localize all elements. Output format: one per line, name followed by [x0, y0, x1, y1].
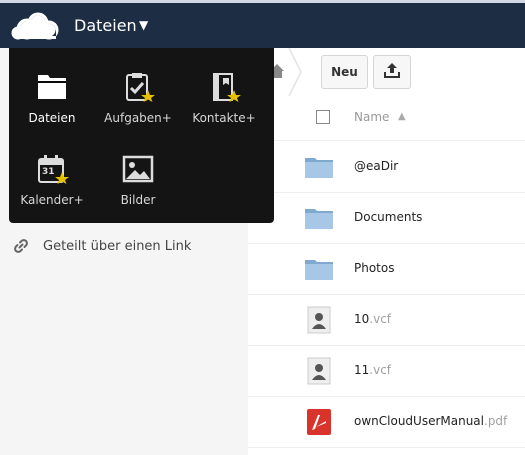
file-name: Documents: [354, 210, 423, 224]
app-menu-item-label: Kontakte+: [192, 111, 256, 125]
link-icon: [13, 238, 29, 254]
sidebar-item-shared-link[interactable]: Geteilt über einen Link: [0, 226, 248, 266]
table-header: Name ▲: [248, 96, 525, 141]
top-header-bar: Dateien ▼: [0, 0, 525, 48]
app-menu-item-label: Kalender+: [20, 193, 84, 207]
file-controls-bar: Neu: [248, 47, 525, 97]
table-row[interactable]: ownCloudUserManual.pdf: [248, 397, 525, 448]
tasks-clipboard-icon: [121, 72, 155, 102]
app-menu-item-contacts[interactable]: Kontakte+: [181, 52, 267, 130]
file-name: 10.vcf: [354, 312, 392, 326]
app-menu-item-label: Bilder: [120, 193, 156, 207]
pdf-file-icon: [304, 407, 334, 437]
new-button[interactable]: Neu: [321, 55, 368, 89]
breadcrumb-separator: [288, 47, 302, 97]
select-all-checkbox[interactable]: [316, 110, 330, 124]
file-name: @eaDir: [354, 159, 399, 173]
sidebar-item-label: Geteilt über einen Link: [43, 238, 192, 254]
table-row[interactable]: Photos: [248, 244, 525, 295]
file-table: Name ▲ @eaDir Documents Photos 10.vcf 11…: [248, 96, 525, 455]
file-name: ownCloudUserManual.pdf: [354, 414, 508, 428]
column-header-name[interactable]: Name: [354, 110, 389, 124]
file-name: 11.vcf: [354, 363, 392, 377]
app-menu-item-tasks[interactable]: Aufgaben+: [95, 52, 181, 130]
app-menu-item-calendar[interactable]: 31 Kalender+: [9, 134, 95, 212]
app-menu-item-files[interactable]: Dateien: [9, 52, 95, 130]
table-row[interactable]: 11.vcf: [248, 346, 525, 397]
app-menu-dropdown: Dateien Aufgaben+ Kontakte+ 31 Kalender+…: [9, 48, 274, 223]
file-name: Photos: [354, 261, 395, 275]
contact-file-icon: [304, 356, 334, 386]
contacts-book-icon: [207, 72, 241, 102]
sort-ascending-icon[interactable]: ▲: [398, 111, 406, 122]
app-menu-item-pictures[interactable]: Bilder: [95, 134, 181, 212]
current-app-title[interactable]: Dateien: [74, 16, 137, 35]
upload-button[interactable]: [373, 55, 411, 89]
app-menu-item-label: Dateien: [28, 111, 76, 125]
table-row[interactable]: 10.vcf: [248, 295, 525, 346]
app-menu-caret-icon[interactable]: ▼: [139, 18, 148, 32]
table-row[interactable]: @eaDir: [248, 142, 525, 193]
contact-file-icon: [304, 305, 334, 335]
folder-icon: [35, 72, 69, 102]
app-menu-item-label: Aufgaben+: [104, 111, 172, 125]
table-row[interactable]: Documents: [248, 193, 525, 244]
calendar-day-number: 31: [42, 167, 55, 177]
owncloud-logo-icon[interactable]: [10, 10, 62, 42]
folder-icon: [304, 203, 334, 233]
folder-icon: [304, 152, 334, 182]
upload-icon: [384, 62, 400, 82]
pictures-icon: [121, 154, 155, 184]
folder-icon: [304, 254, 334, 284]
